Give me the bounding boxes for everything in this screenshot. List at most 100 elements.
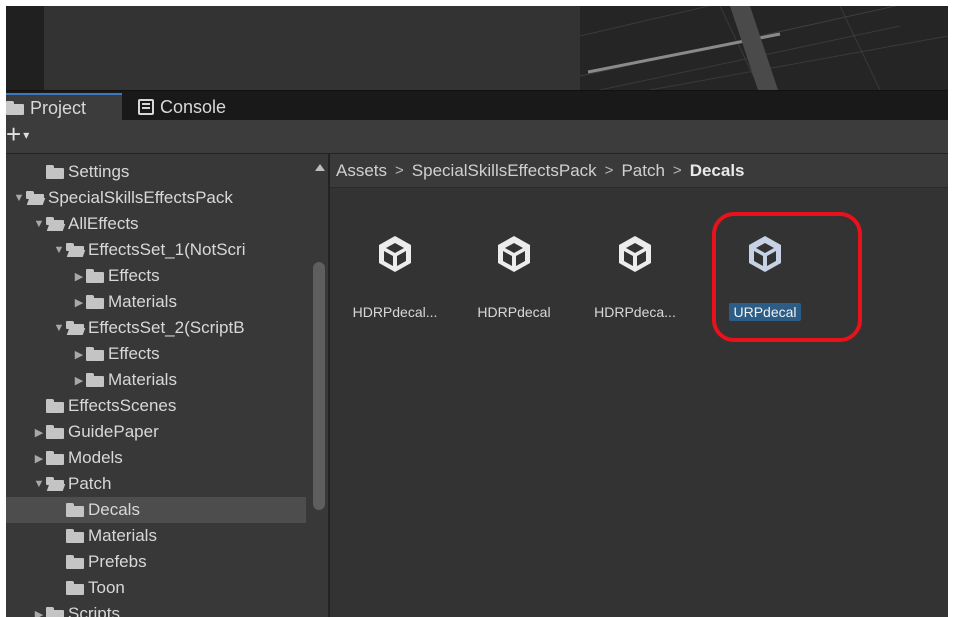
breadcrumb-item[interactable]: Patch: [621, 161, 664, 181]
plus-icon: +: [6, 119, 22, 149]
tree-item-label: Effects: [108, 266, 160, 285]
tree-item-label: Decals: [88, 500, 140, 519]
tree-item[interactable]: ▶ GuidePaper: [6, 419, 306, 445]
tree-item-label: Effects: [108, 344, 160, 363]
tree-item-label: SpecialSkillsEffectsPack: [48, 188, 233, 207]
scene-center-panel: [44, 6, 580, 90]
asset-item[interactable]: HDRPdecal...: [340, 234, 450, 321]
unity-cube-icon: [745, 234, 785, 279]
asset-label: HDRPdecal...: [352, 304, 438, 320]
tree-item-label: Materials: [108, 292, 177, 311]
tree-item[interactable]: ▶Materials: [6, 367, 306, 393]
caret-down-icon: ▾: [23, 128, 30, 142]
tree-item-label: Prefebs: [88, 552, 147, 571]
tree-item[interactable]: ▶ Effects: [6, 263, 306, 289]
folder-icon: [46, 399, 64, 413]
tree-item[interactable]: ▶ Scripts: [6, 601, 306, 617]
tree-item-label: EffectsScenes: [68, 396, 177, 415]
scrollbar-thumb[interactable]: [313, 262, 325, 510]
tree-item-label: AllEffects: [68, 214, 139, 233]
expand-arrow-down-icon[interactable]: ▼: [52, 322, 66, 334]
tree-item[interactable]: ▼ EffectsSet_1(NotScri: [6, 237, 306, 263]
folder-open-icon: [66, 321, 86, 335]
tab-project[interactable]: Project: [6, 93, 122, 121]
breadcrumb-separator-icon: >: [604, 162, 614, 179]
scene-grid-lines: [580, 6, 948, 90]
tree-item[interactable]: ▼ EffectsSet_2(ScriptB: [6, 315, 306, 341]
tree-item-label: Materials: [88, 526, 157, 545]
expand-arrow-down-icon[interactable]: ▼: [52, 244, 66, 256]
tree-item[interactable]: ▶Decals: [6, 497, 306, 523]
breadcrumb-item[interactable]: Decals: [690, 161, 745, 181]
tree-item[interactable]: ▶Materials: [6, 523, 306, 549]
tree-item-label: GuidePaper: [68, 422, 159, 441]
tree-item[interactable]: ▼ Patch: [6, 471, 306, 497]
tab-bar: Project Console: [6, 90, 948, 121]
unity-editor: Project Console + ▾ ▶Scripts▶Toon▶Prefeb…: [6, 6, 948, 617]
folder-icon: [66, 529, 84, 543]
folder-open-icon: [46, 217, 66, 231]
expand-arrow-right-icon[interactable]: ▶: [32, 608, 46, 617]
scene-viewport[interactable]: [580, 6, 948, 90]
tab-console[interactable]: Console: [128, 93, 236, 121]
folder-open-icon: [66, 243, 86, 257]
expand-arrow-right-icon[interactable]: ▶: [32, 426, 46, 439]
tree-item-label: EffectsSet_1(NotScri: [88, 240, 246, 259]
folder-icon: [66, 581, 84, 595]
tree-item[interactable]: ▼ AllEffects: [6, 211, 306, 237]
tree-item-label: Settings: [68, 162, 130, 181]
folder-icon: [46, 425, 64, 439]
tree-item[interactable]: ▶ Materials: [6, 289, 306, 315]
tree-item[interactable]: ▼ SpecialSkillsEffectsPack: [6, 185, 306, 211]
expand-arrow-right-icon[interactable]: ▶: [72, 348, 86, 361]
tree-item-label: EffectsSet_2(ScriptB: [88, 318, 245, 337]
create-asset-button[interactable]: + ▾: [6, 119, 46, 149]
breadcrumb: Assets > SpecialSkillsEffectsPack > Patch > De…: [330, 154, 948, 188]
unity-cube-icon: [375, 234, 415, 279]
asset-browser: Assets > SpecialSkillsEffectsPack > Patch > De…: [330, 154, 948, 617]
folder-icon: [66, 555, 84, 569]
asset-item[interactable]: HDRPdecal: [459, 234, 569, 321]
scene-view: [6, 6, 948, 90]
expand-arrow-down-icon[interactable]: ▼: [12, 192, 26, 204]
breadcrumb-separator-icon: >: [672, 162, 682, 179]
expand-arrow-right-icon[interactable]: ▶: [72, 374, 86, 387]
folder-icon: [86, 373, 104, 387]
asset-label: URPdecal: [729, 303, 801, 321]
tab-label: Console: [160, 96, 227, 117]
asset-item[interactable]: URPdecal: [710, 234, 820, 321]
tree-item[interactable]: ▶Settings: [6, 159, 306, 185]
folder-icon: [46, 165, 64, 179]
folder-icon: [86, 295, 104, 309]
expand-arrow-down-icon[interactable]: ▼: [32, 218, 46, 230]
folder-icon: [46, 451, 64, 465]
folder-icon: [46, 607, 64, 617]
project-toolbar: + ▾: [6, 120, 948, 154]
tree-item[interactable]: ▶ Models: [6, 445, 306, 471]
tree-scrollbar[interactable]: [310, 154, 328, 617]
scroll-up-arrow-icon[interactable]: [315, 164, 325, 171]
unity-cube-icon: [494, 234, 534, 279]
tree-item-label: Toon: [88, 578, 125, 597]
breadcrumb-separator-icon: >: [395, 162, 404, 179]
breadcrumb-item[interactable]: Assets: [336, 161, 387, 181]
tab-label: Project: [30, 97, 87, 118]
folder-open-icon: [46, 477, 66, 491]
folder-icon: [6, 101, 24, 115]
tree-item-label: Scripts: [68, 604, 120, 617]
tree-item[interactable]: ▶Prefebs: [6, 549, 306, 575]
unity-cube-icon: [615, 234, 655, 279]
expand-arrow-right-icon[interactable]: ▶: [72, 296, 86, 309]
expand-arrow-right-icon[interactable]: ▶: [72, 270, 86, 283]
tree-item-label: Patch: [68, 474, 112, 493]
breadcrumb-item[interactable]: SpecialSkillsEffectsPack: [412, 161, 597, 181]
tree-item[interactable]: ▶EffectsScenes: [6, 393, 306, 419]
project-folder-tree: ▶Scripts▶Toon▶Prefebs▶Materials▶Decals▼P…: [6, 154, 328, 617]
expand-arrow-right-icon[interactable]: ▶: [32, 452, 46, 465]
console-icon: [138, 99, 154, 115]
scene-left-panel: [6, 6, 44, 90]
expand-arrow-down-icon[interactable]: ▼: [32, 478, 46, 490]
asset-item[interactable]: HDRPdeca...: [580, 234, 690, 321]
tree-item[interactable]: ▶Toon: [6, 575, 306, 601]
tree-item[interactable]: ▶ Effects: [6, 341, 306, 367]
